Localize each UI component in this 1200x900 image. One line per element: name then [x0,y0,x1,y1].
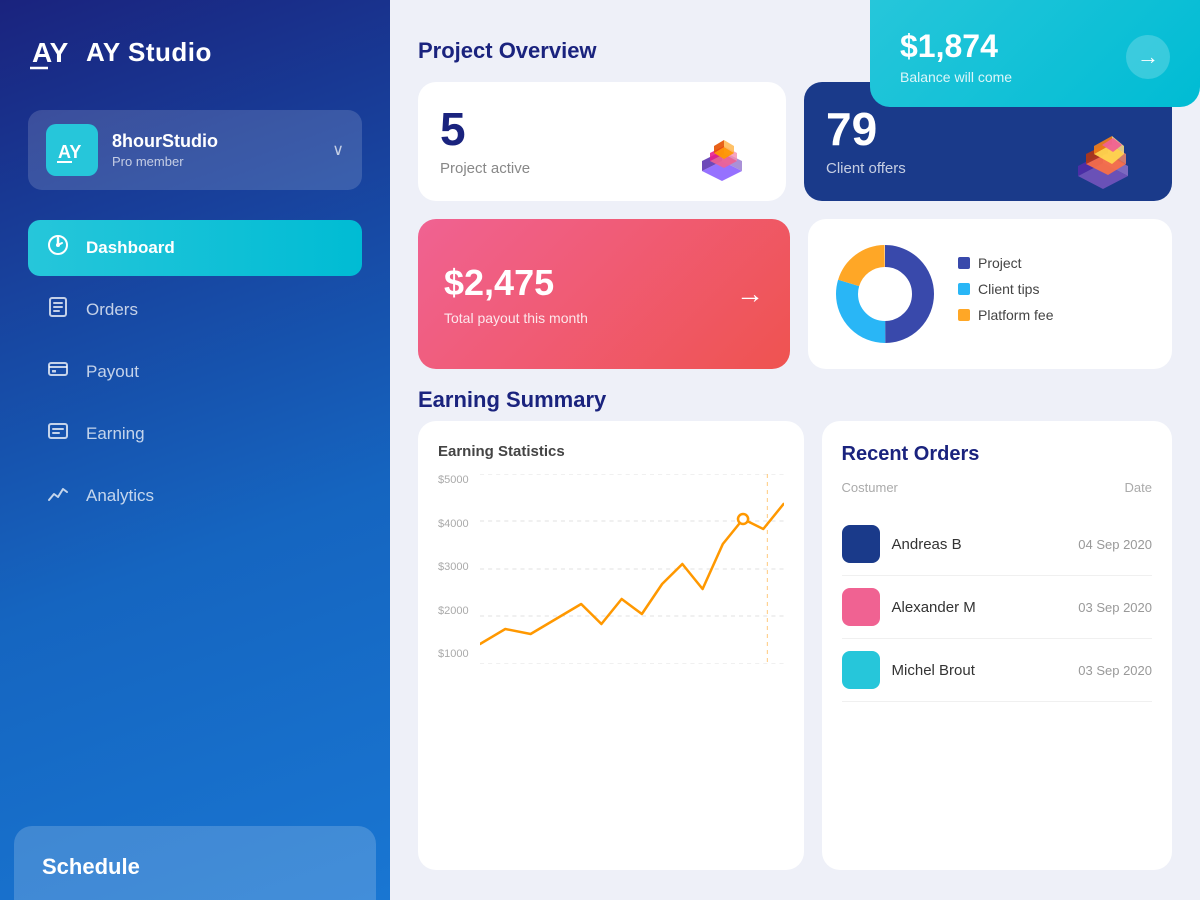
sidebar-item-analytics[interactable]: Analytics [28,468,362,524]
legend-item-platform-fee: Platform fee [958,307,1053,323]
legend-label-client-tips: Client tips [978,281,1039,297]
chart-title: Earning Statistics [438,443,784,460]
legend-label-project: Project [978,255,1022,271]
sidebar-item-label-dashboard: Dashboard [86,238,175,258]
logo-text: AY Studio [86,37,212,68]
analytics-icon [46,482,70,510]
legend-dot-project [958,257,970,269]
chevron-down-icon: ∨ [332,140,344,160]
legend-item-project: Project [958,255,1053,271]
legend-label-platform-fee: Platform fee [978,307,1053,323]
order-name-2: Michel Brout [892,662,1067,679]
logo-area: AY AY Studio [28,30,362,74]
avatar: AY [46,124,98,176]
user-role: Pro member [112,154,318,169]
order-row-2[interactable]: Michel Brout 03 Sep 2020 [842,639,1152,702]
sidebar-item-label-orders: Orders [86,300,138,320]
payout-amount: $2,475 [444,262,764,304]
svg-text:AY: AY [58,142,81,162]
sidebar-item-earning[interactable]: Earning [28,406,362,462]
sidebar-item-dashboard[interactable]: Dashboard [28,220,362,276]
y-label-3000: $3000 [438,561,476,573]
earning-line-chart [480,474,784,664]
user-card[interactable]: AY 8hourStudio Pro member ∨ [28,110,362,190]
order-avatar-2 [842,651,880,689]
order-date-1: 03 Sep 2020 [1078,600,1152,615]
balance-card[interactable]: $1,874 Balance will come → [870,0,1200,107]
y-label-4000: $4000 [438,518,476,530]
orders-icon [46,296,70,324]
balance-info: $1,874 Balance will come [900,28,1012,85]
order-date-0: 04 Sep 2020 [1078,537,1152,552]
order-name-0: Andreas B [892,536,1067,553]
sidebar-item-payout[interactable]: Payout [28,344,362,400]
donut-chart [830,239,940,349]
orders-header: Costumer Date [842,480,1152,501]
logo-icon: AY [28,30,72,74]
payout-arrow: → [736,278,764,310]
balance-amount: $1,874 [900,28,1012,65]
project-active-card: 5 Project active [418,82,786,201]
order-row-1[interactable]: Alexander M 03 Sep 2020 [842,576,1152,639]
earning-chart-card: Earning Statistics $5000 $4000 $3000 $20… [418,421,804,870]
recent-orders-card: Recent Orders Costumer Date Andreas B 04… [822,421,1172,870]
user-info: 8hourStudio Pro member [112,131,318,169]
balance-arrow-button[interactable]: → [1126,35,1170,79]
payout-label: Total payout this month [444,310,764,326]
schedule-title: Schedule [42,854,140,879]
order-avatar-0 [842,525,880,563]
recent-orders-title: Recent Orders [842,443,1152,466]
sidebar-item-label-earning: Earning [86,424,145,444]
col-customer: Costumer [842,480,898,495]
y-label-1000: $1000 [438,648,476,660]
payout-card: $2,475 Total payout this month → [418,219,790,369]
svg-text:AY: AY [32,37,69,68]
earning-summary-title: Earning Summary [418,387,804,413]
donut-chart-card: Project Client tips Platform fee [808,219,1172,369]
payout-row: $2,475 Total payout this month → [418,219,1172,369]
order-name-1: Alexander M [892,599,1067,616]
sidebar: AY AY Studio AY 8hourStudio Pro member ∨… [0,0,390,900]
donut-legend: Project Client tips Platform fee [958,255,1053,333]
payout-icon [46,358,70,386]
balance-label: Balance will come [900,69,1012,85]
legend-dot-client-tips [958,283,970,295]
y-label-5000: $5000 [438,474,476,486]
earning-icon [46,420,70,448]
sidebar-item-label-payout: Payout [86,362,139,382]
order-avatar-1 [842,588,880,626]
legend-item-client-tips: Client tips [958,281,1053,297]
sidebar-item-label-analytics: Analytics [86,486,154,506]
schedule-card: Schedule [14,826,376,900]
dashboard-icon [46,234,70,262]
order-date-2: 03 Sep 2020 [1078,663,1152,678]
user-name: 8hourStudio [112,131,318,152]
sidebar-item-orders[interactable]: Orders [28,282,362,338]
col-date: Date [1125,480,1152,495]
legend-dot-platform-fee [958,309,970,321]
y-label-2000: $2000 [438,605,476,617]
order-row-0[interactable]: Andreas B 04 Sep 2020 [842,513,1152,576]
